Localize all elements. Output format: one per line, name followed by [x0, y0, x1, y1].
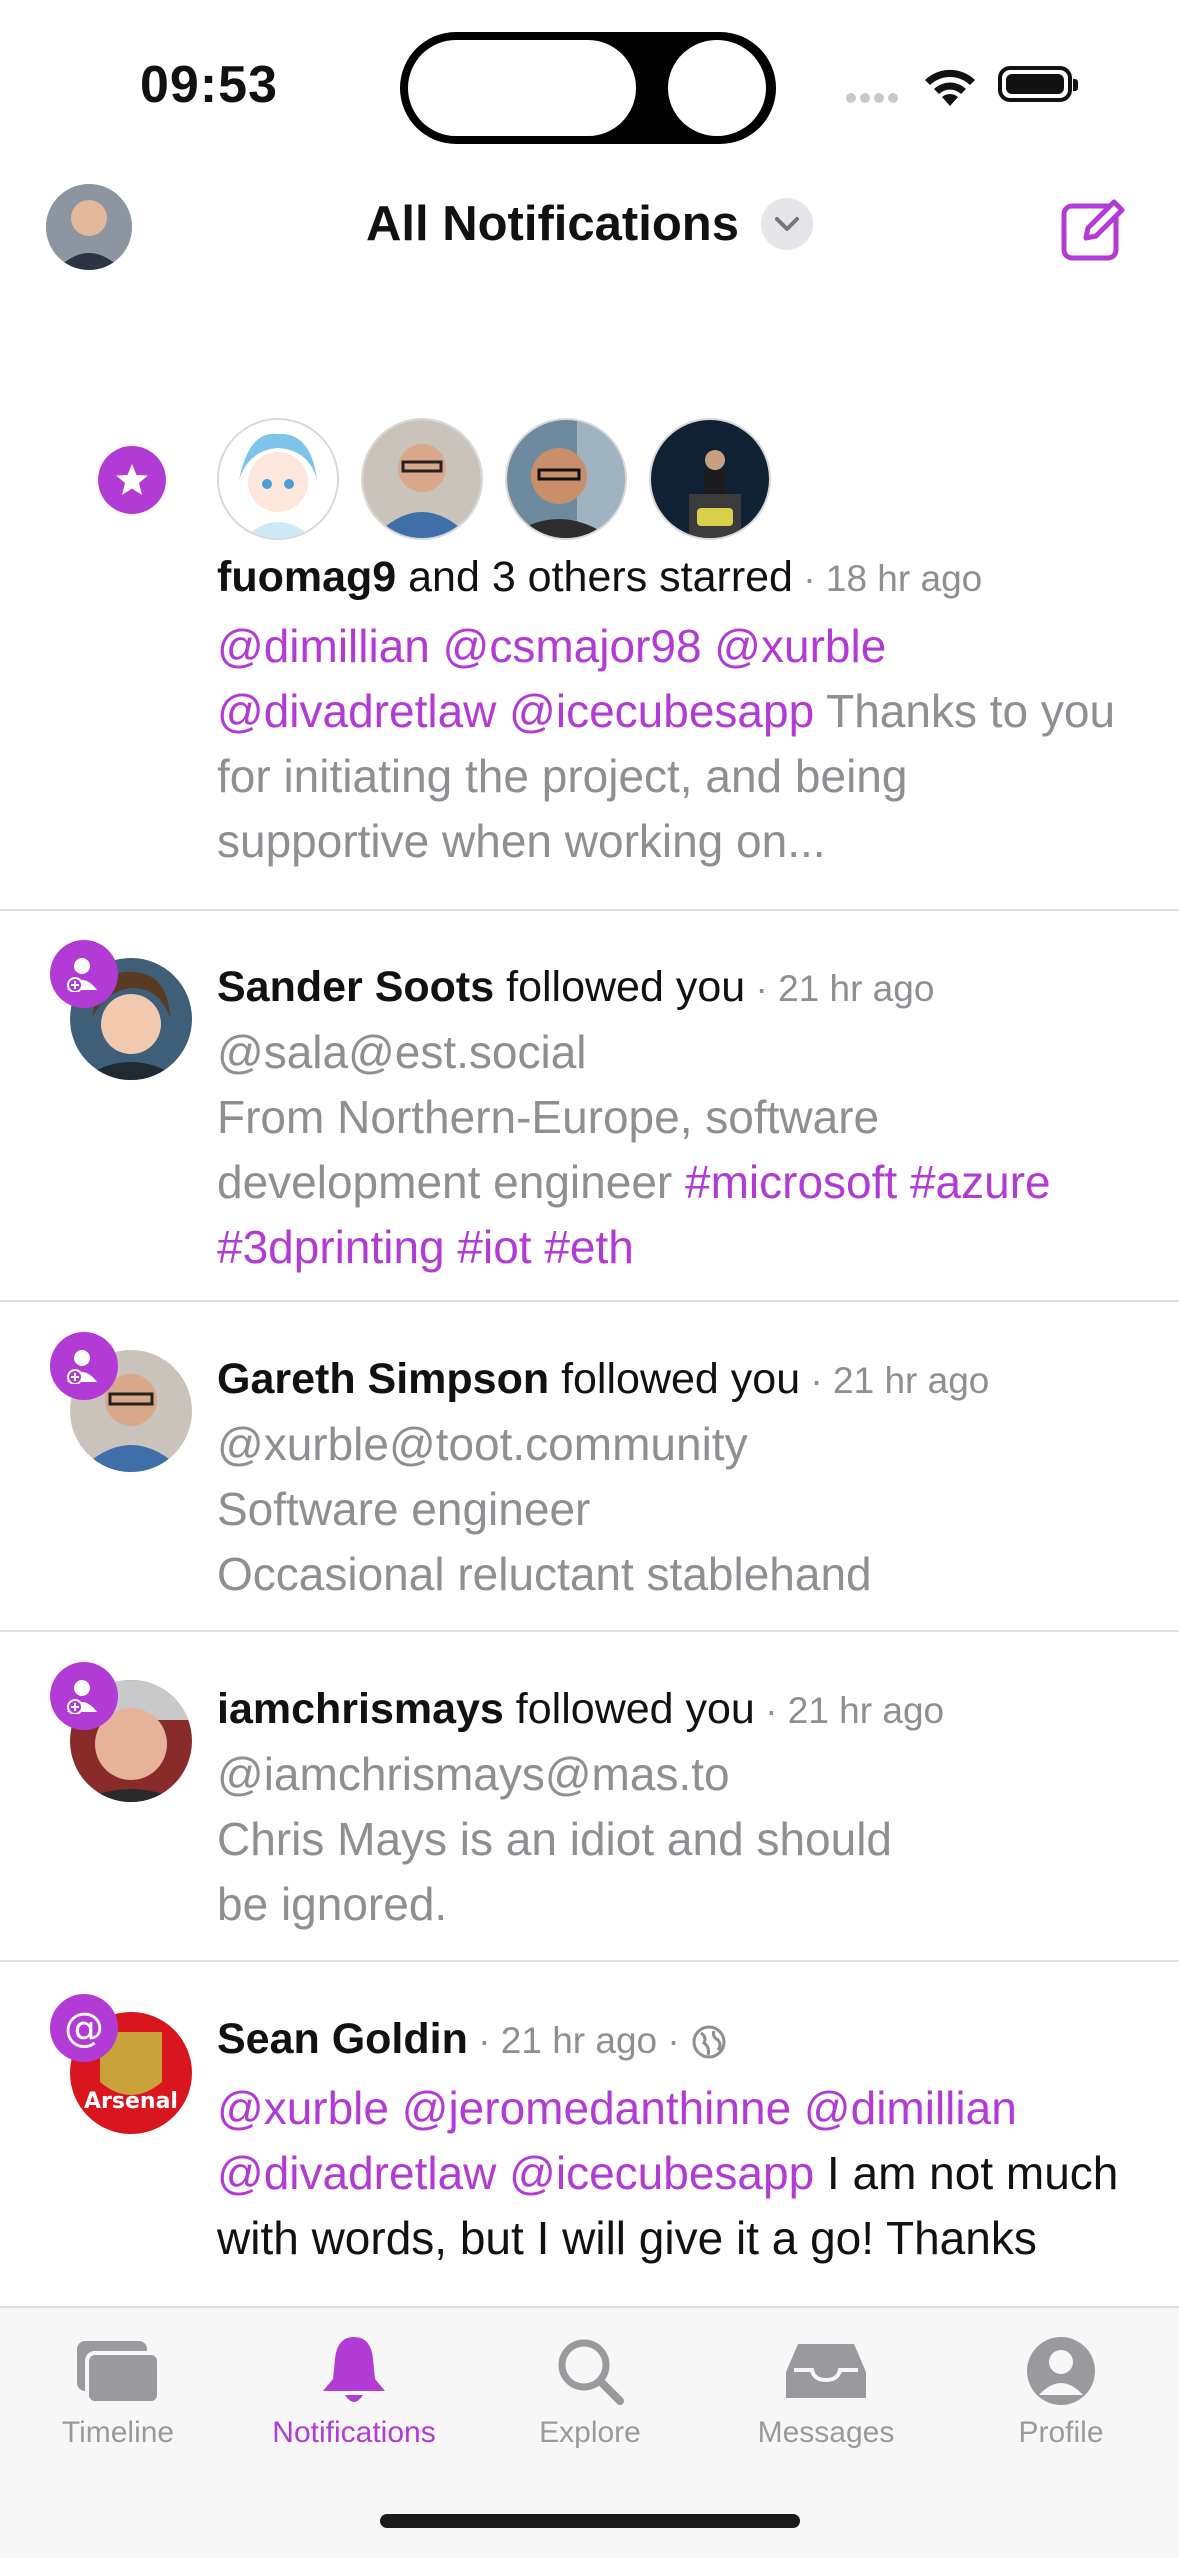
mentions[interactable]: @dimillian @csmajor98 @xurble @divadretl…	[217, 620, 886, 737]
account-handle: @iamchrismays@mas.to	[217, 1748, 730, 1800]
timestamp: 21 hr ago	[500, 2020, 658, 2061]
notification-content: Gareth Simpson followed you · 21 hr ago …	[217, 1348, 1129, 1607]
action-text: and 3 others starred	[396, 553, 793, 601]
actor-name[interactable]: fuomag9	[217, 553, 396, 601]
action-text: followed you	[549, 1355, 801, 1403]
tab-label: Timeline	[61, 2416, 175, 2449]
tab-timeline[interactable]: Timeline	[0, 2328, 236, 2450]
tab-label: Messages	[757, 2416, 895, 2449]
status-bar: 09:53	[0, 0, 1179, 170]
notification-content: iamchrismays followed you · 21 hr ago @i…	[217, 1678, 1129, 1937]
notification-content: Sander Soots followed you · 21 hr ago @s…	[217, 956, 1129, 1280]
avatar[interactable]	[361, 418, 483, 540]
avatar[interactable]	[505, 418, 627, 540]
notification-header: iamchrismays followed you · 21 hr ago	[217, 1685, 945, 1733]
avatar[interactable]	[649, 418, 771, 540]
notification-header: Sander Soots followed you · 21 hr ago	[217, 963, 935, 1011]
status-body: I am not much with words, but I will giv…	[217, 2147, 1119, 2264]
account-bio-line: Software engineer	[217, 1483, 591, 1535]
tab-notifications[interactable]: Notifications	[236, 2328, 472, 2450]
dynamic-island	[400, 32, 776, 144]
notification-content: Sean Goldin · 21 hr ago · @xurble @jerom…	[217, 2008, 1129, 2271]
tray-icon	[786, 2344, 866, 2398]
tab-label: Profile	[1018, 2416, 1104, 2449]
battery-icon	[998, 66, 1078, 102]
compose-icon[interactable]	[1058, 194, 1128, 264]
timestamp: 18 hr ago	[825, 558, 983, 599]
person-add-icon	[50, 940, 118, 1008]
divider	[0, 909, 1179, 911]
person-add-icon	[50, 1662, 118, 1730]
tab-profile[interactable]: Profile	[943, 2328, 1179, 2450]
notification-header: fuomag9 and 3 others starred · 18 hr ago	[217, 553, 983, 601]
tab-label: Explore	[539, 2416, 641, 2449]
tab-label: Notifications	[272, 2416, 436, 2449]
cellular-signal-icon	[846, 90, 906, 103]
actor-name[interactable]: Sander Soots	[217, 963, 494, 1011]
avatar[interactable]: Arsenal	[70, 2012, 192, 2134]
divider	[0, 1630, 1179, 1632]
timestamp: 21 hr ago	[778, 968, 935, 1009]
account-bio-line: Chris Mays is an idiot and should	[217, 1813, 892, 1865]
mentions[interactable]: @xurble @jeromedanthinne @dimillian @div…	[217, 2082, 1017, 2199]
account-bio-line: be ignored.	[217, 1878, 448, 1930]
notifications-filter-menu[interactable]: All Notifications	[0, 196, 1179, 252]
globe-icon	[692, 2025, 726, 2059]
chevron-down-icon[interactable]	[760, 198, 813, 250]
star-icon	[98, 446, 166, 514]
page-title: All Notifications	[366, 197, 739, 251]
notification-header: Sean Goldin · 21 hr ago ·	[217, 2008, 1129, 2072]
timestamp: 21 hr ago	[787, 1690, 945, 1731]
notification-header: Gareth Simpson followed you · 21 hr ago	[217, 1355, 990, 1403]
account-bio-line: Occasional reluctant stablehand	[217, 1548, 872, 1600]
status-time: 09:53	[140, 56, 278, 114]
divider	[0, 1960, 1179, 1962]
actor-name[interactable]: Sean Goldin	[217, 2015, 468, 2063]
tab-explore[interactable]: Explore	[472, 2328, 708, 2450]
actor-name[interactable]: Gareth Simpson	[217, 1355, 549, 1403]
account-handle: @sala@est.social	[217, 1026, 587, 1078]
avatar[interactable]	[217, 418, 339, 540]
actor-name[interactable]: iamchrismays	[217, 1685, 504, 1733]
home-indicator[interactable]	[380, 2514, 800, 2528]
profile-icon	[1027, 2337, 1095, 2405]
notification-content: fuomag9 and 3 others starred · 18 hr ago…	[217, 546, 1129, 874]
divider	[0, 1300, 1179, 1302]
action-text: followed you	[494, 963, 746, 1011]
status-text[interactable]: @dimillian @csmajor98 @xurble @divadretl…	[217, 614, 1129, 874]
status-text[interactable]: @xurble @jeromedanthinne @dimillian @div…	[217, 2076, 1129, 2271]
timestamp: 21 hr ago	[833, 1360, 990, 1401]
account-handle: @xurble@toot.community	[217, 1418, 748, 1470]
account-bio: From Northern-Europe, software developme…	[217, 1085, 1129, 1280]
action-text: followed you	[503, 1685, 755, 1733]
search-icon	[558, 2339, 624, 2405]
person-add-icon	[50, 1332, 118, 1400]
bell-icon	[323, 2337, 385, 2402]
timeline-icon	[77, 2341, 161, 2405]
svg-text:Arsenal: Arsenal	[84, 2089, 178, 2114]
wifi-icon	[925, 69, 975, 106]
tab-messages[interactable]: Messages	[708, 2328, 944, 2450]
